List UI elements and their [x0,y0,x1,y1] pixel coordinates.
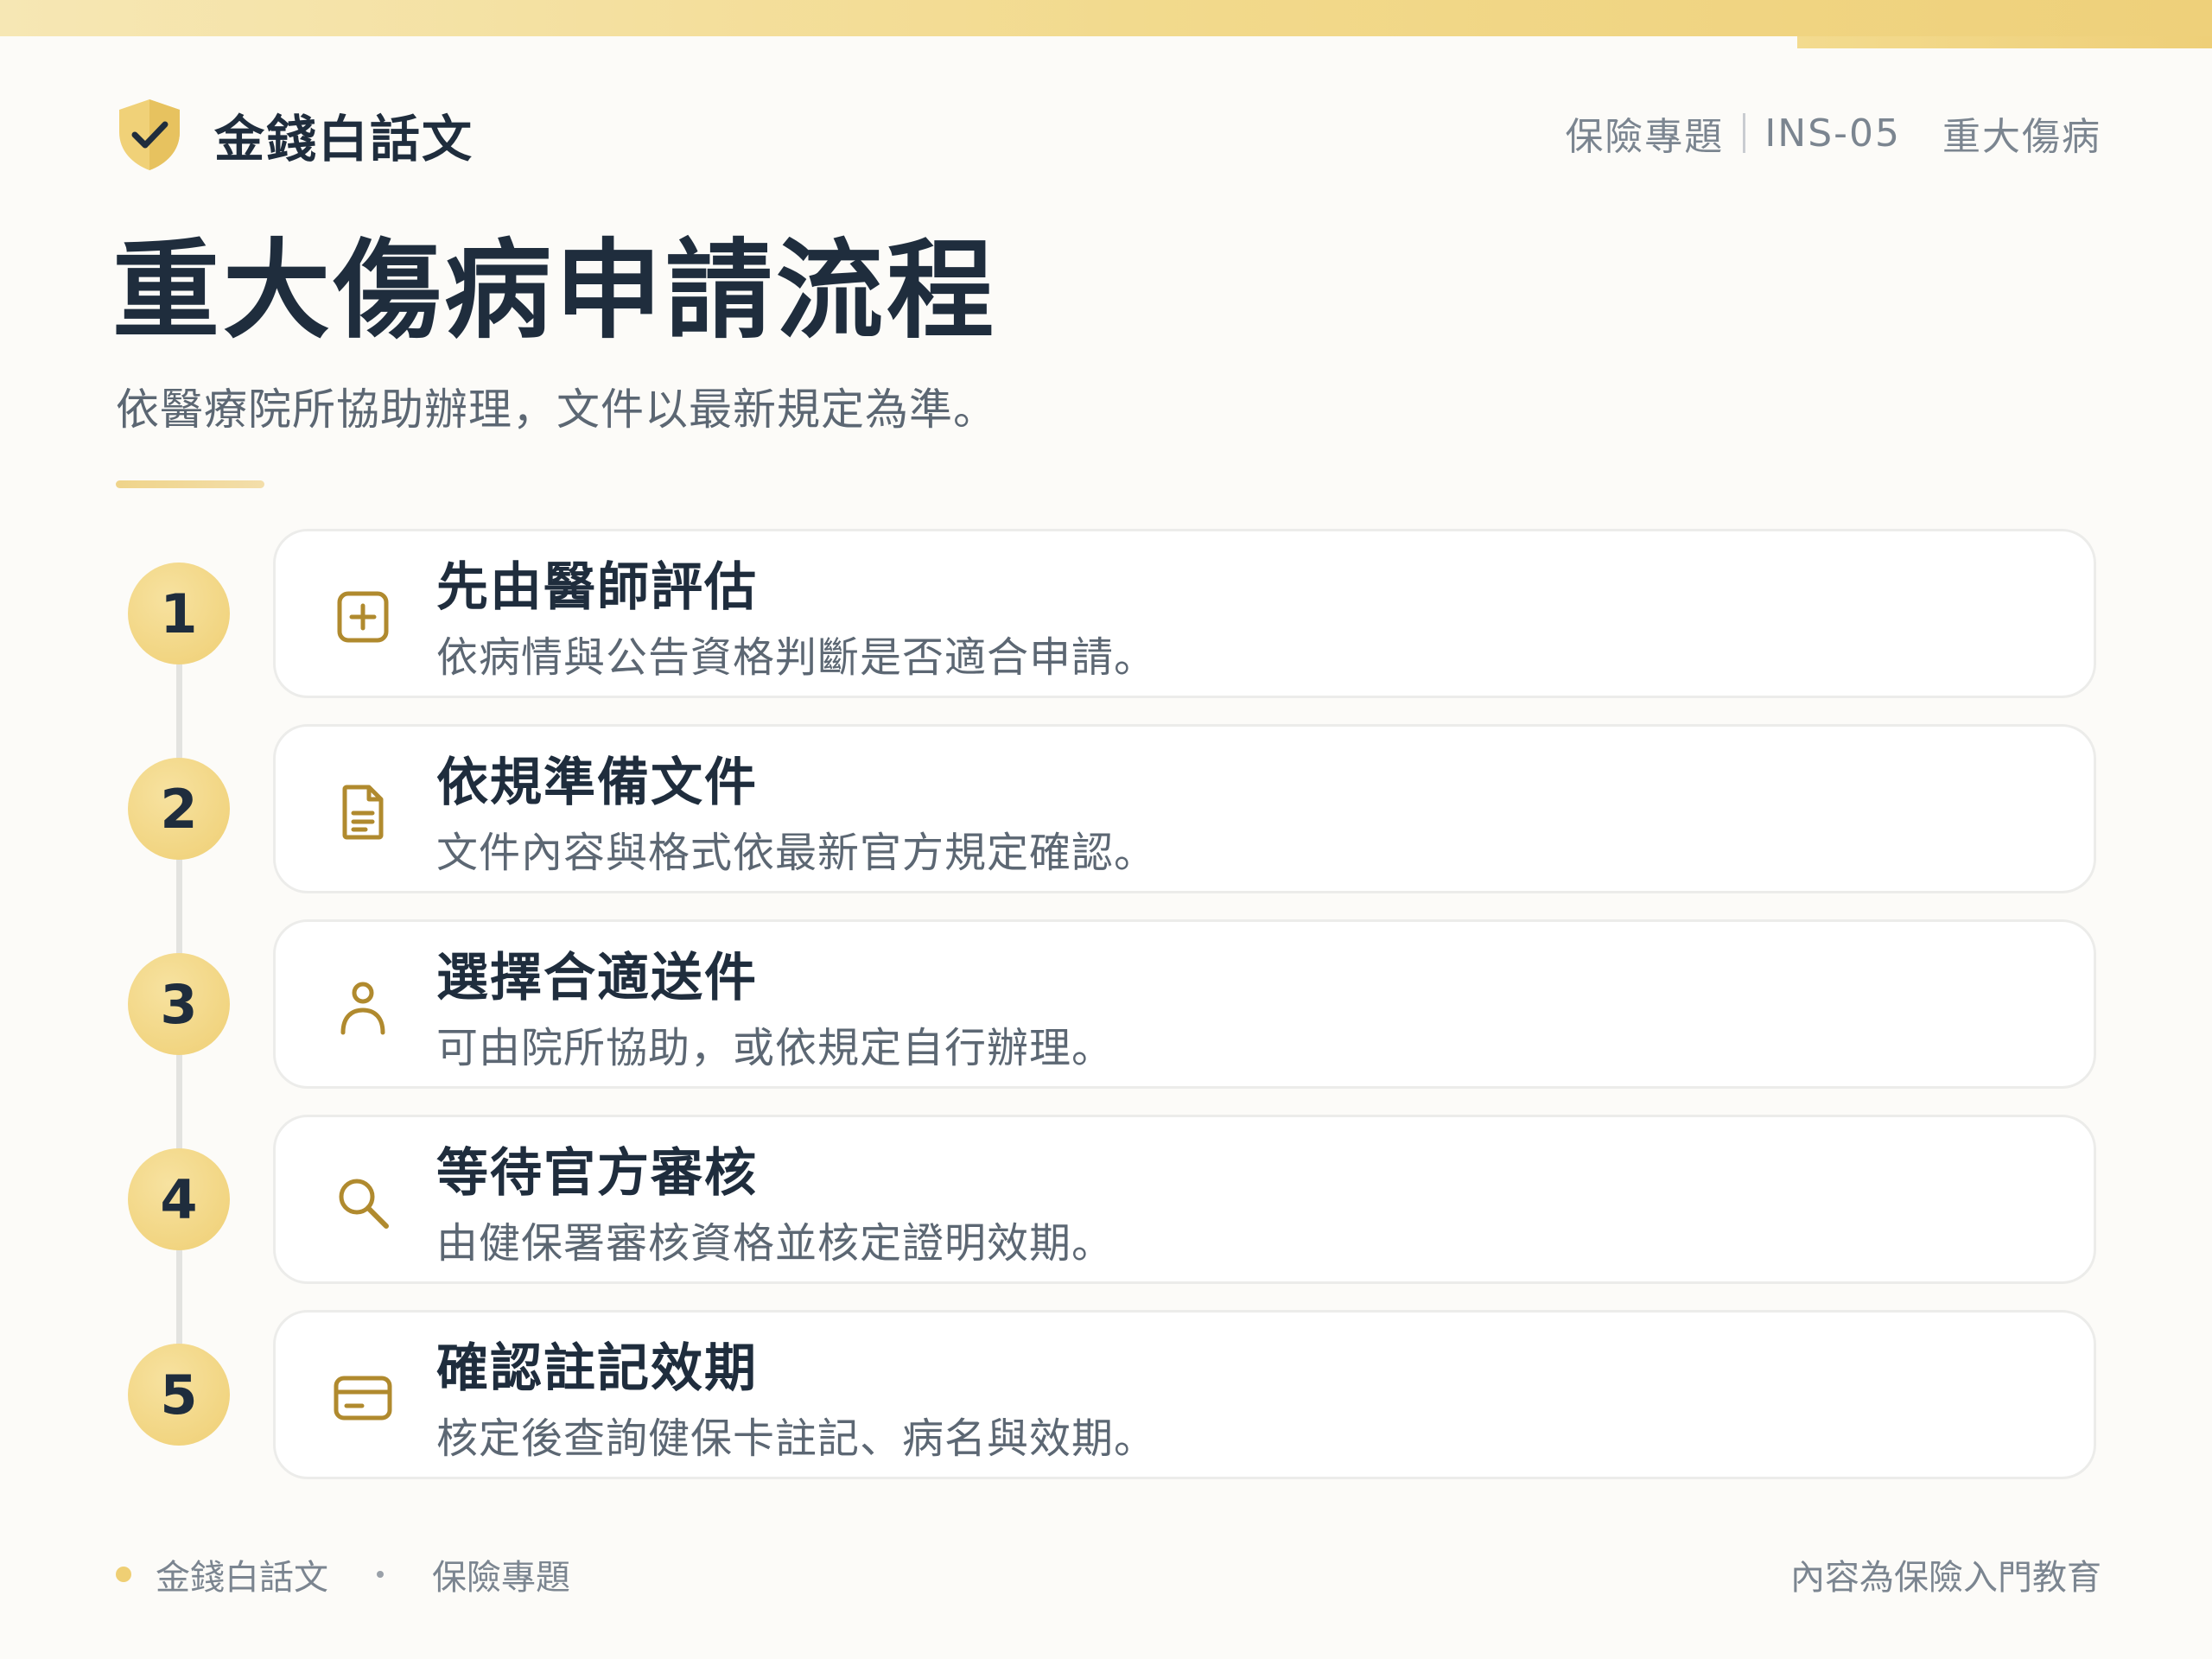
step-number-badge: 2 [128,758,230,860]
top-accent-tab [1797,36,2212,48]
step-title: 確認註記效期 [436,1338,758,1399]
page-subtitle: 依醫療院所協助辦理，文件以最新規定為準。 [116,385,997,435]
shield-check-icon [119,99,180,170]
header-divider [1743,113,1746,153]
step-description: 核定後查詢健保卡註記、病名與效期。 [436,1414,1157,1463]
step-number-badge: 5 [128,1344,230,1446]
step-description: 可由院所協助，或依規定自行辦理。 [436,1024,1115,1072]
step-card: 依規準備文件 文件內容與格式依最新官方規定確認。 [273,724,2096,893]
step-card: 確認註記效期 核定後查詢健保卡註記、病名與效期。 [273,1310,2096,1479]
document-icon [342,785,384,840]
header-code: INS-05 [1764,111,1901,156]
title-accent-line [116,480,264,488]
step-title: 等待官方審核 [436,1143,758,1204]
step-title: 先由醫師評估 [436,557,758,618]
search-icon [339,1179,389,1229]
step-number-badge: 1 [128,563,230,664]
header-topic: 重大傷病 [1942,115,2101,159]
step-description: 由健保署審核資格並核定證明效期。 [436,1219,1115,1268]
top-accent-bar [0,0,2212,36]
footer-note: 內容為保險入門教育 [1790,1558,2101,1598]
footer-separator-dot [377,1571,384,1578]
footer-right: 內容為保險入門教育 [1790,1548,2101,1600]
brand-name: 金錢白話文 [214,110,474,168]
header-meta: 保險專題 INS-05 重大傷病 [1565,105,2101,161]
footer-left: 金錢白話文 保險專題 [116,1548,570,1600]
step-number-badge: 4 [128,1148,230,1250]
step-number-badge: 3 [128,953,230,1055]
step-card: 選擇合適送件 可由院所協助，或依規定自行辦理。 [273,919,2096,1089]
step-title: 依規準備文件 [436,753,758,813]
page-title: 重大傷病申請流程 [112,229,998,353]
header-category: 保險專題 [1565,115,1725,159]
card-icon [334,1376,392,1421]
step-description: 依病情與公告資格判斷是否適合申請。 [436,633,1157,682]
footer-category: 保險專題 [432,1558,570,1598]
step-description: 文件內容與格式依最新官方規定確認。 [436,829,1157,877]
medical-plus-icon [337,591,389,643]
footer-accent-dot [116,1567,131,1582]
step-card: 等待官方審核 由健保署審核資格並核定證明效期。 [273,1115,2096,1284]
step-card: 先由醫師評估 依病情與公告資格判斷是否適合申請。 [273,529,2096,698]
footer-brand: 金錢白話文 [156,1558,328,1598]
brand: 金錢白話文 [116,93,474,176]
person-icon [340,982,385,1035]
step-title: 選擇合適送件 [436,948,758,1008]
